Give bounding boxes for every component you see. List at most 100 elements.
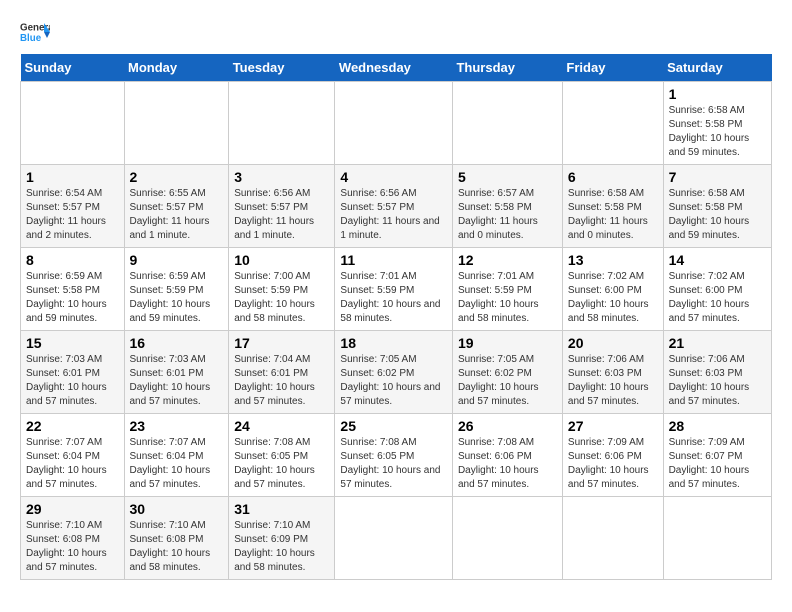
calendar-cell: [335, 497, 453, 580]
logo-icon: General Blue: [20, 20, 50, 44]
week-row-5: 22Sunrise: 7:07 AMSunset: 6:04 PMDayligh…: [21, 414, 772, 497]
day-info: Sunrise: 6:58 AMSunset: 5:58 PMDaylight:…: [669, 188, 750, 241]
day-number: 31: [234, 501, 329, 517]
day-info: Sunrise: 7:06 AMSunset: 6:03 PMDaylight:…: [568, 354, 649, 407]
day-info: Sunrise: 6:56 AMSunset: 5:57 PMDaylight:…: [234, 188, 314, 241]
calendar-cell: 27 Sunrise: 7:09 AMSunset: 6:06 PMDayligh…: [562, 414, 663, 497]
day-number: 28: [669, 418, 766, 434]
calendar-cell: 21Sunrise: 7:06 AMSunset: 6:03 PMDayligh…: [663, 331, 771, 414]
calendar-cell: 25Sunrise: 7:08 AMSunset: 6:05 PMDayligh…: [335, 414, 453, 497]
calendar-cell: 7Sunrise: 6:58 AMSunset: 5:58 PMDaylight…: [663, 165, 771, 248]
day-number: 27: [568, 418, 658, 434]
header-saturday: Saturday: [663, 54, 771, 82]
day-info: Sunrise: 7:10 AMSunset: 6:08 PMDaylight:…: [130, 520, 211, 573]
day-number: 18: [340, 335, 447, 351]
day-info: Sunrise: 6:59 AMSunset: 5:59 PMDaylight:…: [130, 271, 211, 324]
calendar-cell: 18 Sunrise: 7:05 AMSunset: 6:02 PMDayligh…: [335, 331, 453, 414]
day-number: 10: [234, 252, 329, 268]
calendar-cell: [562, 82, 663, 165]
day-info: Sunrise: 7:09 AMSunset: 6:06 PMDaylight:…: [568, 437, 649, 490]
calendar-cell: 31 Sunrise: 7:10 AMSunset: 6:09 PMDayligh…: [229, 497, 335, 580]
calendar-cell: 3Sunrise: 6:56 AMSunset: 5:57 PMDaylight…: [229, 165, 335, 248]
calendar-cell: 4 Sunrise: 6:56 AMSunset: 5:57 PMDaylight…: [335, 165, 453, 248]
calendar-cell: [21, 82, 125, 165]
calendar-cell: [335, 82, 453, 165]
day-info: Sunrise: 7:06 AMSunset: 6:03 PMDaylight:…: [669, 354, 750, 407]
day-info: Sunrise: 7:05 AMSunset: 6:02 PMDaylight:…: [340, 354, 440, 407]
day-number: 1: [669, 86, 766, 102]
calendar-cell: 11 Sunrise: 7:01 AMSunset: 5:59 PMDayligh…: [335, 248, 453, 331]
calendar-cell: 20 Sunrise: 7:06 AMSunset: 6:03 PMDayligh…: [562, 331, 663, 414]
calendar-cell: [562, 497, 663, 580]
calendar-cell: [124, 82, 229, 165]
calendar-cell: 14 Sunrise: 7:02 AMSunset: 6:00 PMDayligh…: [663, 248, 771, 331]
day-number: 23: [130, 418, 224, 434]
day-info: Sunrise: 7:07 AMSunset: 6:04 PMDaylight:…: [130, 437, 211, 490]
header-monday: Monday: [124, 54, 229, 82]
day-info: Sunrise: 7:07 AMSunset: 6:04 PMDaylight:…: [26, 437, 107, 490]
calendar-cell: 19Sunrise: 7:05 AMSunset: 6:02 PMDayligh…: [452, 331, 562, 414]
calendar-header-row: SundayMondayTuesdayWednesdayThursdayFrid…: [21, 54, 772, 82]
day-number: 6: [568, 169, 658, 185]
week-row-6: 29Sunrise: 7:10 AMSunset: 6:08 PMDayligh…: [21, 497, 772, 580]
calendar-cell: 12Sunrise: 7:01 AMSunset: 5:59 PMDayligh…: [452, 248, 562, 331]
svg-text:Blue: Blue: [20, 33, 42, 44]
calendar-cell: [229, 82, 335, 165]
day-info: Sunrise: 7:03 AMSunset: 6:01 PMDaylight:…: [26, 354, 107, 407]
day-number: 17: [234, 335, 329, 351]
calendar-cell: 1Sunrise: 6:54 AMSunset: 5:57 PMDaylight…: [21, 165, 125, 248]
day-info: Sunrise: 7:00 AMSunset: 5:59 PMDaylight:…: [234, 271, 315, 324]
day-number: 2: [130, 169, 224, 185]
day-number: 30: [130, 501, 224, 517]
day-number: 9: [130, 252, 224, 268]
day-info: Sunrise: 7:08 AMSunset: 6:06 PMDaylight:…: [458, 437, 539, 490]
calendar-cell: 30 Sunrise: 7:10 AMSunset: 6:08 PMDayligh…: [124, 497, 229, 580]
calendar-cell: 13 Sunrise: 7:02 AMSunset: 6:00 PMDayligh…: [562, 248, 663, 331]
day-info: Sunrise: 6:58 AMSunset: 5:58 PMDaylight:…: [669, 105, 750, 158]
day-info: Sunrise: 6:55 AMSunset: 5:57 PMDaylight:…: [130, 188, 210, 241]
calendar-cell: 10 Sunrise: 7:00 AMSunset: 5:59 PMDayligh…: [229, 248, 335, 331]
day-number: 24: [234, 418, 329, 434]
header-sunday: Sunday: [21, 54, 125, 82]
calendar-cell: [452, 497, 562, 580]
day-info: Sunrise: 7:02 AMSunset: 6:00 PMDaylight:…: [568, 271, 649, 324]
week-row-4: 15 Sunrise: 7:03 AMSunset: 6:01 PMDayligh…: [21, 331, 772, 414]
day-info: Sunrise: 6:56 AMSunset: 5:57 PMDaylight:…: [340, 188, 439, 241]
calendar-cell: [452, 82, 562, 165]
calendar-table: SundayMondayTuesdayWednesdayThursdayFrid…: [20, 54, 772, 580]
calendar-cell: 17 Sunrise: 7:04 AMSunset: 6:01 PMDayligh…: [229, 331, 335, 414]
page-header: General Blue: [20, 20, 772, 44]
day-number: 16: [130, 335, 224, 351]
day-number: 15: [26, 335, 119, 351]
day-info: Sunrise: 7:01 AMSunset: 5:59 PMDaylight:…: [340, 271, 440, 324]
day-number: 20: [568, 335, 658, 351]
day-info: Sunrise: 7:10 AMSunset: 6:08 PMDaylight:…: [26, 520, 107, 573]
calendar-cell: 1 Sunrise: 6:58 AMSunset: 5:58 PMDaylight…: [663, 82, 771, 165]
day-number: 11: [340, 252, 447, 268]
calendar-cell: 26Sunrise: 7:08 AMSunset: 6:06 PMDayligh…: [452, 414, 562, 497]
calendar-cell: 16 Sunrise: 7:03 AMSunset: 6:01 PMDayligh…: [124, 331, 229, 414]
calendar-cell: 15 Sunrise: 7:03 AMSunset: 6:01 PMDayligh…: [21, 331, 125, 414]
day-info: Sunrise: 7:08 AMSunset: 6:05 PMDaylight:…: [234, 437, 315, 490]
day-info: Sunrise: 7:03 AMSunset: 6:01 PMDaylight:…: [130, 354, 211, 407]
calendar-cell: 8Sunrise: 6:59 AMSunset: 5:58 PMDaylight…: [21, 248, 125, 331]
day-number: 14: [669, 252, 766, 268]
calendar-cell: [663, 497, 771, 580]
day-info: Sunrise: 7:04 AMSunset: 6:01 PMDaylight:…: [234, 354, 315, 407]
day-info: Sunrise: 7:02 AMSunset: 6:00 PMDaylight:…: [669, 271, 750, 324]
day-number: 4: [340, 169, 447, 185]
day-info: Sunrise: 7:10 AMSunset: 6:09 PMDaylight:…: [234, 520, 315, 573]
week-row-3: 8Sunrise: 6:59 AMSunset: 5:58 PMDaylight…: [21, 248, 772, 331]
day-info: Sunrise: 7:08 AMSunset: 6:05 PMDaylight:…: [340, 437, 440, 490]
calendar-cell: 23 Sunrise: 7:07 AMSunset: 6:04 PMDayligh…: [124, 414, 229, 497]
day-number: 8: [26, 252, 119, 268]
calendar-cell: 5Sunrise: 6:57 AMSunset: 5:58 PMDaylight…: [452, 165, 562, 248]
calendar-cell: 24 Sunrise: 7:08 AMSunset: 6:05 PMDayligh…: [229, 414, 335, 497]
day-number: 5: [458, 169, 557, 185]
logo: General Blue: [20, 20, 54, 44]
day-info: Sunrise: 6:58 AMSunset: 5:58 PMDaylight:…: [568, 188, 648, 241]
header-tuesday: Tuesday: [229, 54, 335, 82]
header-thursday: Thursday: [452, 54, 562, 82]
day-number: 13: [568, 252, 658, 268]
day-number: 1: [26, 169, 119, 185]
